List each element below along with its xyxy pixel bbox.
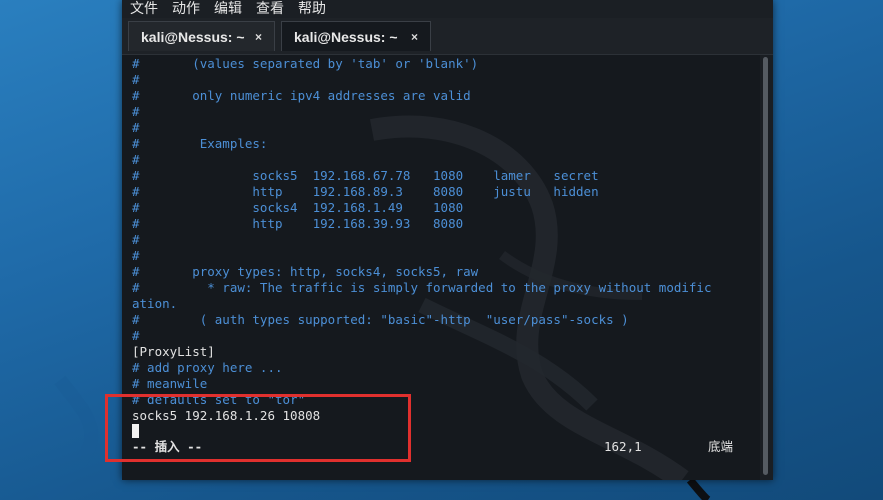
terminal-line: # bbox=[132, 120, 140, 135]
terminal-line: # http 192.168.39.93 8080 bbox=[132, 216, 464, 231]
menu-bar: 文件 动作 编辑 查看 帮助 bbox=[122, 0, 773, 18]
terminal-output[interactable]: # (values separated by 'tab' or 'blank')… bbox=[122, 55, 759, 480]
tab-terminal-2[interactable]: kali@Nessus: ~ × bbox=[281, 21, 431, 51]
tab-bar: kali@Nessus: ~ × kali@Nessus: ~ × bbox=[122, 18, 773, 55]
menu-action[interactable]: 动作 bbox=[164, 1, 206, 17]
cursor-position: 162,1 bbox=[604, 439, 642, 454]
terminal-line: # Examples: bbox=[132, 136, 268, 151]
scroll-position: 底端 bbox=[708, 439, 734, 454]
menu-file[interactable]: 文件 bbox=[122, 1, 164, 17]
terminal-line: # socks4 192.168.1.49 1080 bbox=[132, 200, 464, 215]
terminal-line: # * raw: The traffic is simply forwarded… bbox=[132, 280, 712, 295]
vim-status-line: -- 插入 -- 162,1 底端 bbox=[132, 439, 752, 455]
cursor-line bbox=[132, 424, 711, 440]
terminal-lines: # (values separated by 'tab' or 'blank')… bbox=[132, 56, 711, 440]
terminal-line: # meanwile bbox=[132, 376, 208, 391]
terminal-line: # bbox=[132, 72, 140, 87]
terminal-line: [ProxyList] bbox=[132, 344, 215, 359]
terminal-line: # only numeric ipv4 addresses are valid bbox=[132, 88, 471, 103]
vim-mode-indicator: -- 插入 -- bbox=[132, 439, 203, 454]
tab-terminal-1[interactable]: kali@Nessus: ~ × bbox=[128, 21, 275, 51]
terminal-line: # bbox=[132, 248, 140, 263]
terminal-line: # bbox=[132, 232, 140, 247]
terminal-line: socks5 192.168.1.26 10808 bbox=[132, 408, 321, 423]
menu-view[interactable]: 查看 bbox=[248, 1, 290, 17]
terminal-line: # proxy types: http, socks4, socks5, raw bbox=[132, 264, 479, 279]
terminal-line: # (values separated by 'tab' or 'blank') bbox=[132, 56, 479, 71]
tab-label: kali@Nessus: ~ bbox=[141, 28, 245, 45]
terminal-line: # bbox=[132, 104, 140, 119]
close-icon[interactable]: × bbox=[255, 30, 262, 44]
terminal-line: # bbox=[132, 152, 140, 167]
tab-label: kali@Nessus: ~ bbox=[294, 28, 398, 45]
scrollbar-thumb[interactable] bbox=[763, 57, 768, 475]
terminal-scrollbar[interactable] bbox=[760, 55, 773, 480]
close-icon[interactable]: × bbox=[411, 30, 418, 44]
terminal-line: # ( auth types supported: "basic"-http "… bbox=[132, 312, 629, 327]
terminal-line: # add proxy here ... bbox=[132, 360, 283, 375]
menu-edit[interactable]: 编辑 bbox=[206, 1, 248, 17]
terminal-line: # defaults set to "tor" bbox=[132, 392, 306, 407]
terminal-line: # http 192.168.89.3 8080 justu hidden bbox=[132, 184, 599, 199]
menu-help[interactable]: 帮助 bbox=[290, 1, 332, 17]
terminal-window: 文件 动作 编辑 查看 帮助 kali@Nessus: ~ × kali@Nes… bbox=[122, 0, 773, 480]
terminal-line: # bbox=[132, 328, 140, 343]
terminal-line: # socks5 192.168.67.78 1080 lamer secret bbox=[132, 168, 599, 183]
terminal-line: ation. bbox=[132, 296, 178, 311]
text-cursor bbox=[132, 424, 139, 438]
